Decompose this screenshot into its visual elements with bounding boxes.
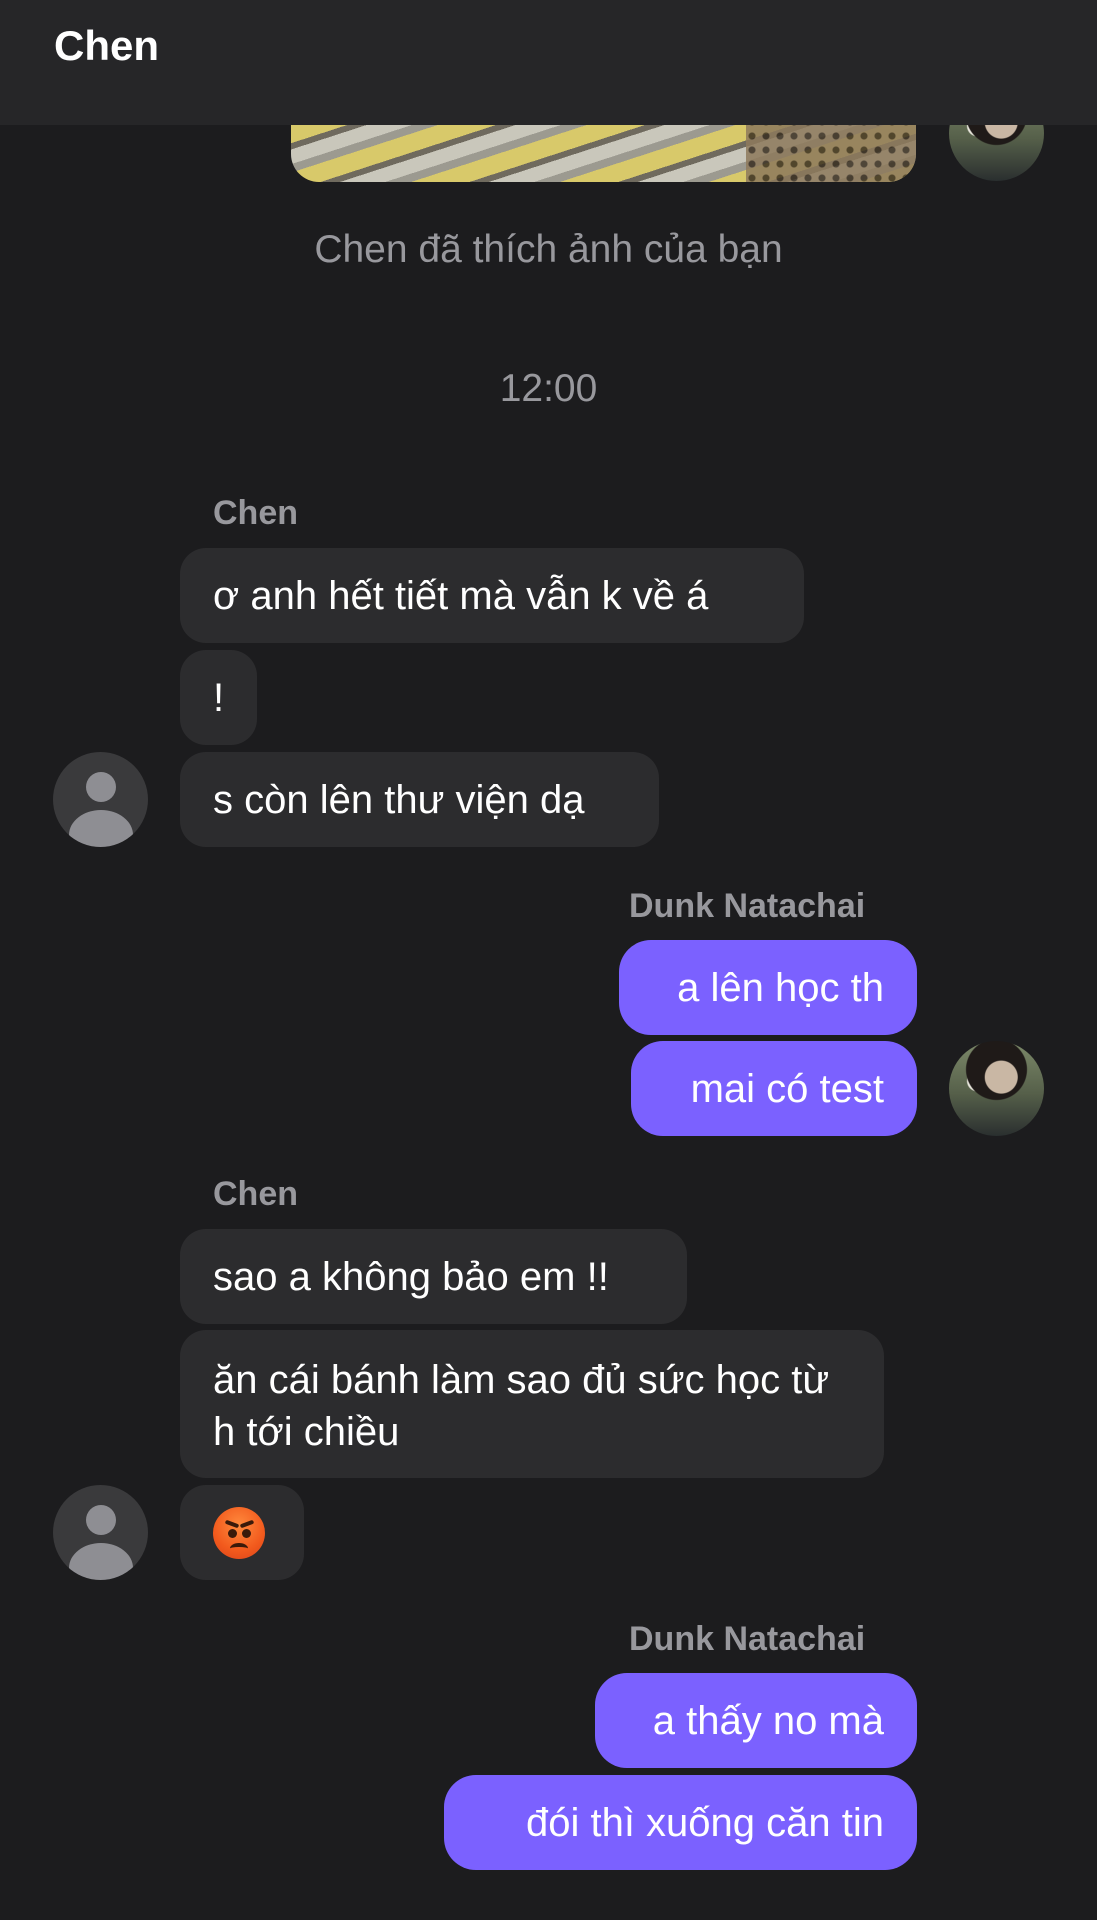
contact-avatar[interactable] (53, 752, 148, 847)
message-bubble[interactable]: ơ anh hết tiết mà vẫn k về á (180, 548, 804, 643)
message-bubble[interactable]: sao a không bảo em !! (180, 1229, 687, 1324)
sender-name: Chen (213, 1175, 298, 1213)
sender-name: Chen (213, 494, 298, 532)
message-bubble-outgoing[interactable]: mai có test (631, 1041, 917, 1136)
message-bubble-outgoing[interactable]: đói thì xuống căn tin (444, 1775, 917, 1870)
message-bubble[interactable]: ăn cái bánh làm sao đủ sức học từ h tới … (180, 1330, 884, 1478)
sender-name: Dunk Natachai (629, 1620, 866, 1658)
chat-title[interactable]: Chen (54, 22, 159, 70)
emoji-message-bubble[interactable] (180, 1485, 304, 1580)
sender-name: Dunk Natachai (629, 887, 866, 925)
chat-header: Chen (0, 0, 1097, 125)
my-avatar[interactable] (949, 1041, 1044, 1136)
like-notice: Chen đã thích ảnh của bạn (314, 228, 783, 271)
avatar-body-shape (69, 810, 133, 847)
message-bubble[interactable]: s còn lên thư viện dạ (180, 752, 659, 847)
angry-face-icon (213, 1506, 265, 1559)
contact-avatar[interactable] (53, 1485, 148, 1580)
avatar-head-shape (86, 1505, 116, 1535)
avatar-body-shape (69, 1543, 133, 1580)
message-bubble-outgoing[interactable]: a lên học th (619, 940, 917, 1035)
time-separator: 12:00 (499, 367, 598, 410)
avatar-head-shape (86, 772, 116, 802)
message-bubble-outgoing[interactable]: a thấy no mà (595, 1673, 917, 1768)
message-bubble[interactable]: ! (180, 650, 257, 745)
